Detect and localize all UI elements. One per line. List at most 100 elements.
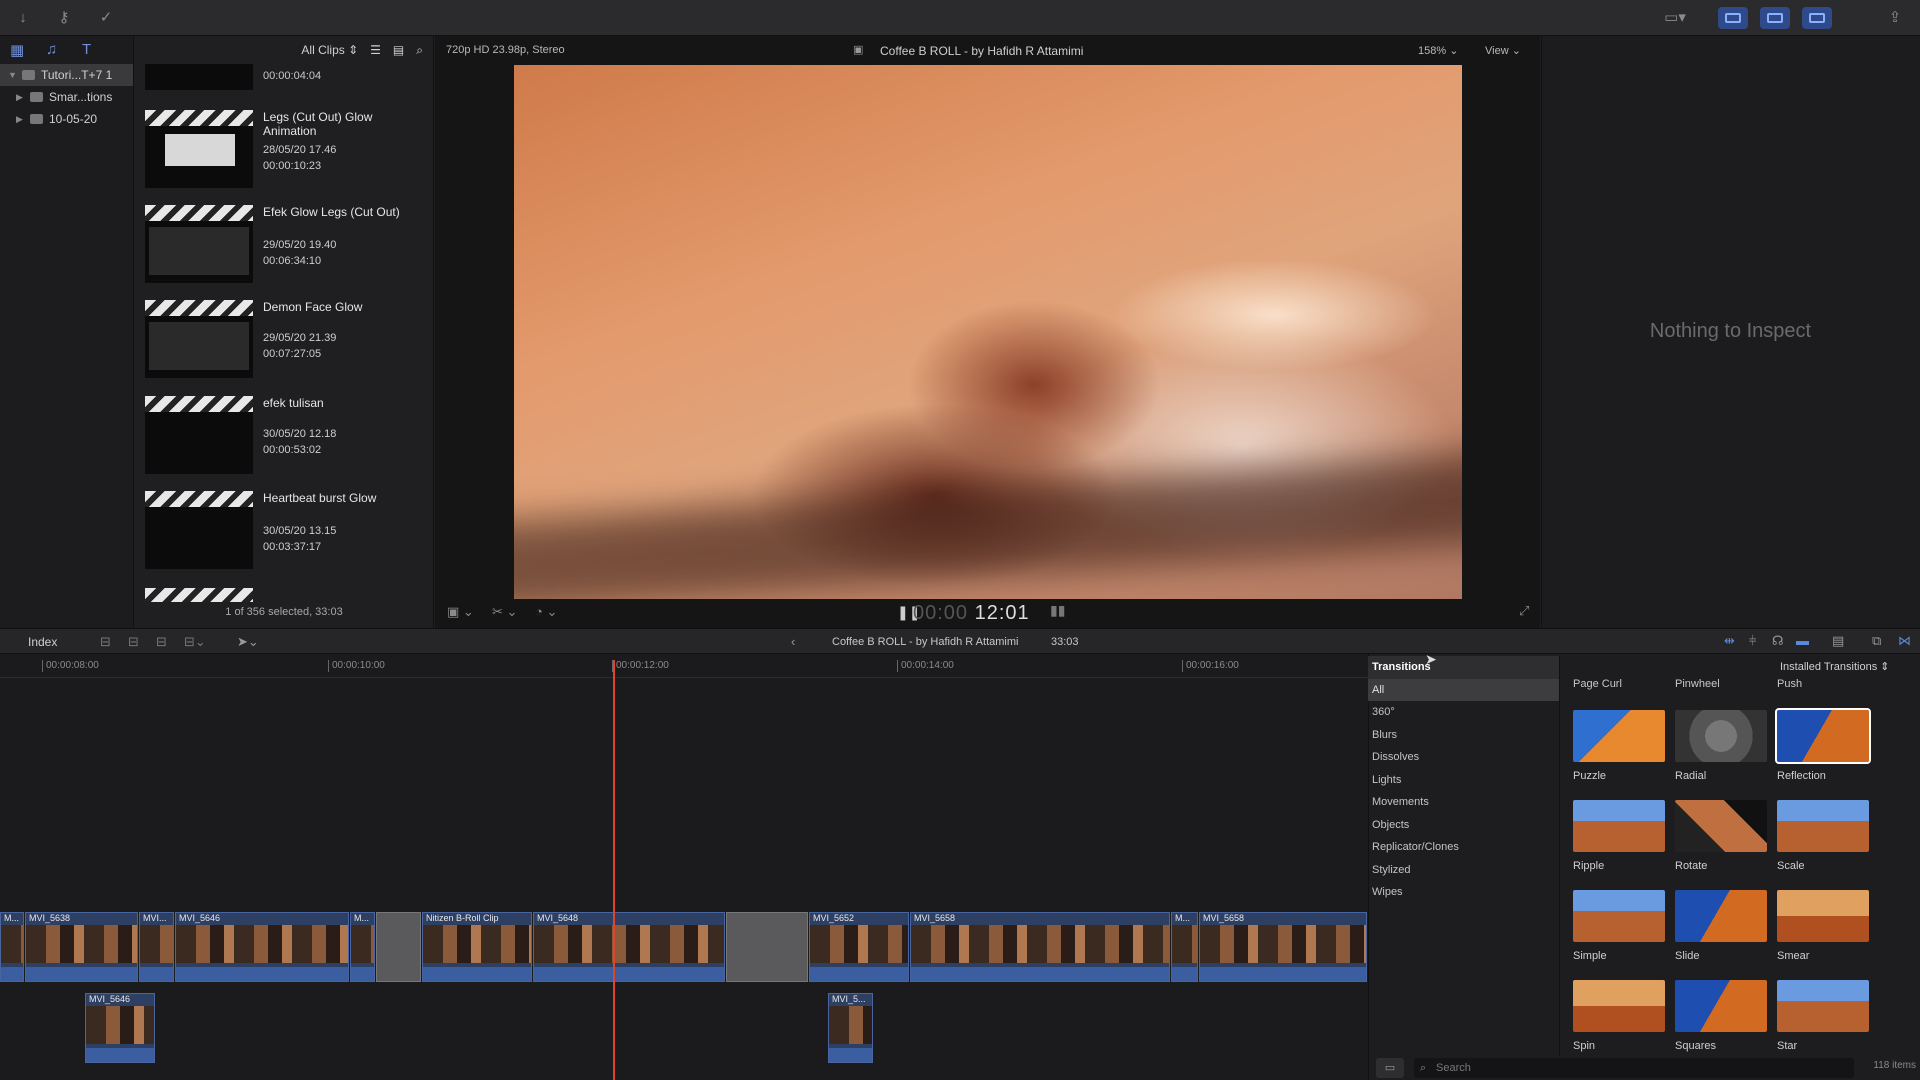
transition-tile[interactable]: Simple [1573, 890, 1665, 962]
transition-tile[interactable]: Squares [1675, 980, 1767, 1052]
connected-clip[interactable]: MVI_5... [828, 993, 873, 1063]
transition-tile[interactable]: Puzzle [1573, 710, 1665, 782]
clip-appearance-icon[interactable]: ▤ [1832, 633, 1844, 649]
smart-collection-label: Smar...tions [49, 90, 113, 104]
transition-tile[interactable]: Spin [1573, 980, 1665, 1052]
transition-tile[interactable]: Radial [1675, 710, 1767, 782]
search-icon[interactable]: ⌕ [416, 43, 423, 58]
transition-tile[interactable]: Ripple [1573, 800, 1665, 872]
transitions-header[interactable]: Transitions [1368, 656, 1559, 679]
append-clip-icon[interactable]: ⊟ [156, 634, 167, 650]
disclosure-down-icon[interactable]: ▼ [8, 70, 17, 80]
import-arrow-icon[interactable]: ↓ [14, 9, 32, 27]
timeline-clip[interactable]: MVI_5652 [809, 912, 909, 982]
transition-tile[interactable]: Smear [1777, 890, 1869, 962]
event-item[interactable]: ▶ 10-05-20 [0, 108, 133, 130]
key-icon[interactable]: ⚷ [55, 9, 73, 27]
transition-tile[interactable]: Scale [1777, 800, 1869, 872]
category-replicator-clones[interactable]: Replicator/Clones [1368, 836, 1559, 859]
workspace-icon[interactable]: ▭▾ [1660, 9, 1690, 27]
category-all[interactable]: All [1368, 678, 1559, 701]
clip-item[interactable]: efek tulisan 30/05/20 12.18 00:00:53:02 [145, 396, 435, 484]
ruler-tick: 00:00:16:00 [1182, 660, 1239, 672]
timeline-clip[interactable]: M... [350, 912, 375, 982]
transition-tile[interactable]: Star [1777, 980, 1869, 1052]
timeline[interactable] [0, 654, 1368, 1080]
snapping-icon[interactable]: ▬ [1796, 633, 1809, 648]
connect-clip-icon[interactable]: ⊟ [100, 634, 111, 650]
timeline-clip[interactable]: M... [1171, 912, 1198, 982]
timeline-clip[interactable]: MVI_5658 [1199, 912, 1367, 982]
category-movements[interactable]: Movements [1368, 791, 1559, 814]
tile-preview [1777, 800, 1869, 852]
audio-skimming-icon[interactable]: ⫩ [1749, 633, 1756, 649]
filmstrip-view-icon[interactable]: ▤ [393, 43, 404, 57]
timeline-clip[interactable]: MVI_5638 [25, 912, 138, 982]
list-view-icon[interactable]: ☰ [370, 43, 381, 57]
index-button[interactable]: Index [28, 635, 57, 649]
clip-name: Efek Glow Legs (Cut Out) [263, 205, 400, 219]
transitions-search-input[interactable]: ⌕ Search [1414, 1058, 1854, 1078]
smart-collection-item[interactable]: ▶ Smar...tions [0, 86, 133, 108]
clip-item[interactable]: Efek Glow Legs (Cut Out) 29/05/20 19.40 … [145, 205, 435, 293]
transform-tools-icon[interactable]: ✂ ⌄ [492, 604, 517, 620]
installed-transitions-dropdown[interactable]: Installed Transitions ⇕ [1780, 660, 1890, 673]
timeline-clip[interactable]: MVI_5648 [533, 912, 725, 982]
clip-duration: 00:07:27:05 [263, 348, 322, 360]
clip-thumbnail[interactable] [145, 64, 253, 90]
transition-tile[interactable]: Rotate [1675, 800, 1767, 872]
category-lights[interactable]: Lights [1368, 769, 1559, 792]
playhead[interactable] [613, 660, 615, 1080]
inspector-layout-button[interactable] [1802, 7, 1832, 29]
select-tool-icon[interactable]: ➤⌄ [237, 634, 259, 650]
back-arrow-icon[interactable]: ‹ [791, 634, 795, 649]
timeline-clip[interactable]: MVI... [139, 912, 174, 982]
clip-item[interactable]: Heartbeat burst Glow 30/05/20 13.15 00:0… [145, 491, 435, 579]
libraries-icon[interactable]: ▦ [10, 41, 32, 59]
titles-generators-icon[interactable]: T [82, 41, 104, 59]
transition-tile[interactable]: Slide [1675, 890, 1767, 962]
checkmark-circle-icon[interactable]: ✓ [97, 9, 115, 27]
photos-audio-icon[interactable]: ♫ [46, 41, 68, 59]
clip-thumbnail[interactable] [145, 588, 253, 602]
zoom-dropdown[interactable]: 158% ⌄ [1418, 44, 1458, 57]
connected-clip[interactable]: MVI_5646 [85, 993, 155, 1063]
view-dropdown[interactable]: View ⌄ [1485, 44, 1521, 57]
browser-layout-button[interactable] [1718, 7, 1748, 29]
timeline-clip[interactable]: MVI_5646 [175, 912, 349, 982]
clip-item[interactable]: Demon Face Glow 29/05/20 21.39 00:07:27:… [145, 300, 435, 388]
category-360[interactable]: 360° [1368, 701, 1559, 724]
transition-tile[interactable]: Reflection [1775, 708, 1871, 782]
timeline-layout-button[interactable] [1760, 7, 1790, 29]
viewer-display-options-icon[interactable]: ▣ ⌄ [447, 604, 474, 620]
inspector-layout-icon [1809, 13, 1825, 23]
solo-icon[interactable]: ☊ [1772, 633, 1784, 649]
timeline-clip[interactable]: M... [0, 912, 24, 982]
sidebar-toggle-icon[interactable]: ▭ [1376, 1058, 1404, 1078]
category-wipes[interactable]: Wipes [1368, 881, 1559, 904]
transition-block[interactable] [376, 912, 421, 982]
transitions-browser-icon[interactable]: ⋈ [1898, 633, 1911, 649]
clip-item[interactable]: Legs (Cut Out) Glow Animation 28/05/20 1… [145, 110, 435, 198]
timeline-clip[interactable]: MVI_5658 [910, 912, 1170, 982]
retime-icon[interactable]: ◔ ⌄ [535, 604, 557, 620]
library-item[interactable]: ▼ Tutori...T+7 1 [0, 64, 133, 86]
category-blurs[interactable]: Blurs [1368, 724, 1559, 747]
transition-block[interactable] [726, 912, 808, 982]
effects-browser-icon[interactable]: ⧉ [1872, 633, 1881, 649]
disclosure-right-icon[interactable]: ▶ [16, 114, 24, 125]
category-stylized[interactable]: Stylized [1368, 859, 1559, 882]
skimming-icon[interactable]: ⇹ [1724, 633, 1735, 649]
share-icon[interactable]: ⇪ [1886, 9, 1904, 27]
video-frame[interactable] [514, 65, 1462, 599]
event-label: 10-05-20 [49, 112, 98, 126]
fullscreen-icon[interactable]: ⤢ [1519, 603, 1529, 619]
overwrite-clip-icon[interactable]: ⊟⌄ [184, 634, 206, 650]
clip-filter-dropdown[interactable]: All Clips ⇕ [301, 43, 358, 57]
timeline-ruler[interactable]: 00:00:08:00 00:00:10:00 00:00:12:00 00:0… [0, 656, 1368, 678]
category-dissolves[interactable]: Dissolves [1368, 746, 1559, 769]
disclosure-right-icon[interactable]: ▶ [16, 92, 24, 103]
category-objects[interactable]: Objects [1368, 814, 1559, 837]
insert-clip-icon[interactable]: ⊟ [128, 634, 139, 650]
timeline-clip[interactable]: Nitizen B-Roll Clip [422, 912, 532, 982]
